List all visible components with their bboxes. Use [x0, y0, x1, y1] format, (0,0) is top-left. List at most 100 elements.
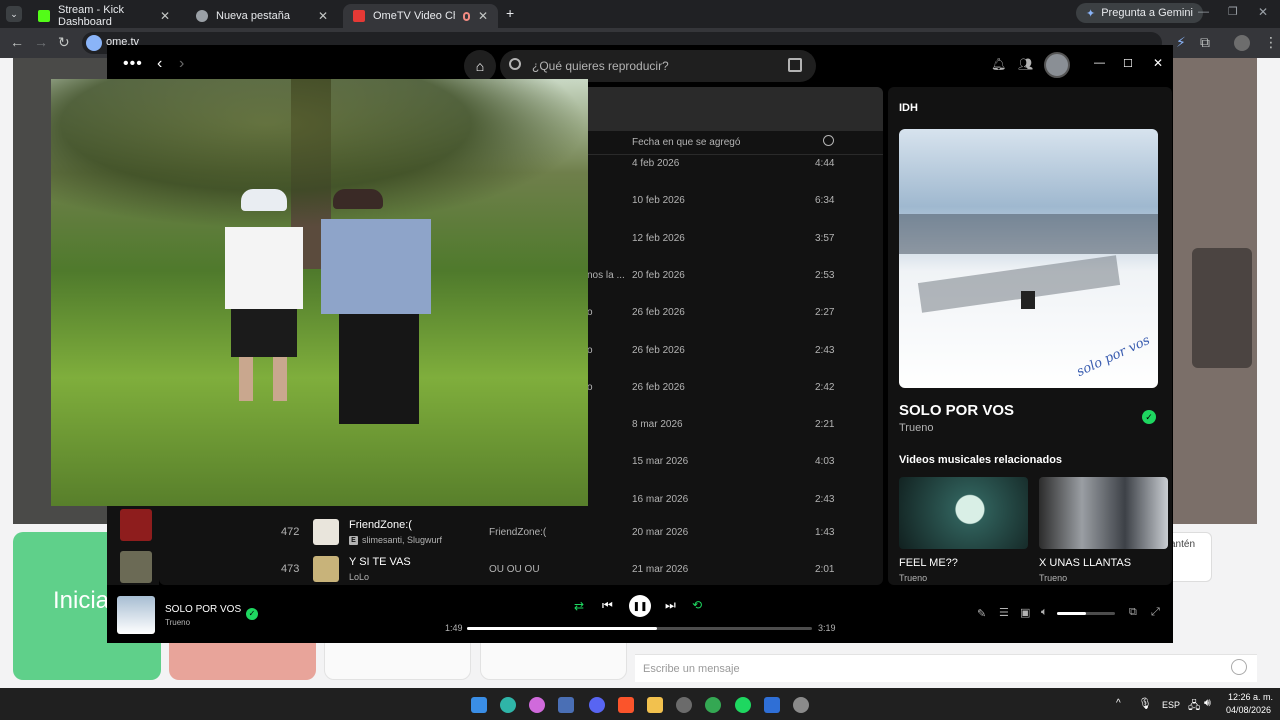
previous-icon[interactable]: ⏮︎ — [602, 598, 613, 613]
now-playing-title[interactable]: SOLO POR VOS — [899, 402, 1014, 419]
reload-icon[interactable]: ↻ — [58, 34, 70, 51]
tab-list-button[interactable]: ⌄ — [6, 6, 22, 22]
file-explorer-icon[interactable] — [647, 697, 663, 713]
track-date: 21 mar 2026 — [632, 564, 689, 575]
notifications-bell-icon[interactable]: 🔔︎ — [991, 57, 1006, 71]
back-arrow-icon[interactable]: ← — [10, 34, 24, 50]
profile-avatar[interactable] — [1234, 35, 1250, 51]
recording-icon — [462, 11, 470, 21]
player-track-artist[interactable]: Trueno — [165, 618, 190, 627]
connect-device-icon[interactable]: ▣ — [1020, 606, 1030, 619]
extensions-puzzle-icon[interactable]: ⧉ — [1200, 34, 1210, 51]
emoji-icon[interactable] — [1231, 659, 1247, 675]
track-title[interactable]: Y SI TE VAS — [349, 556, 411, 568]
library-item-thumb[interactable] — [120, 509, 152, 541]
brave-icon[interactable] — [618, 697, 634, 713]
discord-icon[interactable] — [589, 697, 605, 713]
clock-time[interactable]: 12:26 a. m. — [1228, 692, 1273, 702]
browse-icon[interactable] — [788, 58, 802, 72]
language-indicator[interactable]: ESP — [1162, 700, 1180, 710]
player-track-title[interactable]: SOLO POR VOS — [165, 604, 241, 615]
video-thumbnail — [1039, 477, 1168, 549]
forward-chevron-icon[interactable]: › — [179, 55, 184, 73]
artist-names[interactable]: slimesanti, Slugwurf — [362, 535, 442, 545]
close-window-icon[interactable]: ✕ — [1258, 5, 1268, 19]
menu-kebab-icon[interactable]: ⋮ — [1264, 34, 1278, 51]
progress-fill — [467, 627, 657, 630]
more-options-icon[interactable]: ••• — [123, 55, 143, 73]
now-playing-view-icon[interactable]: ✎ — [977, 607, 986, 620]
volume-tray-icon[interactable]: 🔊︎ — [1204, 697, 1211, 710]
minimize-icon[interactable]: — — [1094, 57, 1105, 69]
track-date: 8 mar 2026 — [632, 419, 683, 431]
progress-bar[interactable] — [467, 627, 812, 630]
tray-chevron-icon[interactable]: ^ — [1116, 698, 1121, 709]
app-icon[interactable] — [676, 697, 692, 713]
tab-kick[interactable]: Stream - Kick Dashboard ✕ — [28, 4, 180, 28]
track-duration: 1:43 — [815, 527, 835, 538]
gemini-button[interactable]: ✦ Pregunta a Gemini — [1076, 3, 1203, 23]
now-playing-artist[interactable]: Trueno — [899, 422, 933, 434]
message-input[interactable]: Escribe un mensaje — [635, 654, 1257, 682]
site-info-icon[interactable] — [86, 35, 102, 51]
volume-icon[interactable]: 🔈︎ — [1041, 606, 1048, 619]
track-thumbnail — [313, 519, 339, 545]
close-tab-icon[interactable]: ✕ — [478, 9, 488, 23]
settings-gear-icon[interactable] — [793, 697, 809, 713]
minimize-icon[interactable]: — — [1198, 6, 1209, 18]
track-date: 15 mar 2026 — [632, 456, 689, 468]
saved-check-icon[interactable]: ✓ — [1142, 410, 1156, 424]
player-cover[interactable] — [117, 596, 155, 634]
close-icon[interactable]: ✕ — [1153, 56, 1163, 70]
search-input[interactable]: ¿Qué quieres reproducir? — [500, 50, 816, 82]
clock-date[interactable]: 04/08/2026 — [1226, 705, 1271, 715]
track-row[interactable]: 473 Y SI TE VAS LoLo OU OU OU 21 mar 202… — [159, 551, 883, 585]
play-pause-button[interactable]: ❚❚ — [629, 595, 651, 617]
tab-new[interactable]: Nueva pestaña ✕ — [186, 4, 338, 28]
app-icon[interactable] — [558, 697, 574, 713]
close-tab-icon[interactable]: ✕ — [318, 9, 328, 23]
repeat-icon[interactable]: ⟲ — [692, 598, 702, 612]
edge-icon[interactable] — [500, 697, 516, 713]
copilot-icon[interactable] — [529, 697, 545, 713]
queue-icon[interactable]: ☰ — [999, 606, 1009, 619]
spotify-icon[interactable] — [735, 697, 751, 713]
related-video-card[interactable]: FEEL ME?? Trueno — [899, 477, 1028, 583]
home-button[interactable]: ⌂ — [464, 50, 496, 82]
gemini-label: Pregunta a Gemini — [1101, 7, 1193, 19]
friend-activity-icon[interactable]: 👥︎ — [1018, 57, 1033, 71]
artist-names[interactable]: LoLo — [349, 572, 369, 582]
next-icon[interactable]: ⏭︎ — [665, 598, 676, 613]
volume-slider[interactable] — [1057, 612, 1115, 615]
miniplayer-icon[interactable]: ⧉ — [1129, 606, 1137, 619]
remote-desktop-icon[interactable] — [764, 697, 780, 713]
back-chevron-icon[interactable]: ‹ — [157, 55, 162, 73]
extension-icon[interactable]: ⚡ — [1176, 34, 1186, 51]
restore-icon[interactable]: ❐ — [1228, 5, 1238, 18]
library-item-thumb[interactable] — [120, 551, 152, 583]
start-menu-icon[interactable] — [471, 697, 487, 713]
track-album[interactable]: OU OU OU — [489, 564, 540, 575]
track-title[interactable]: FriendZone:( — [349, 519, 412, 531]
track-album[interactable]: FriendZone:( — [489, 527, 546, 538]
tab-title: OmeTV Video Chat — Ome — [373, 10, 455, 22]
microphone-icon[interactable]: 🎙︎ — [1138, 697, 1152, 710]
tab-ometv[interactable]: OmeTV Video Chat — Ome ✕ — [343, 4, 498, 28]
track-duration: 2:21 — [815, 419, 835, 431]
shuffle-icon[interactable]: ⇄ — [574, 599, 584, 613]
new-tab-button[interactable]: + — [506, 5, 514, 21]
related-videos-heading: Videos musicales relacionados — [899, 454, 1063, 466]
related-video-card[interactable]: X UNAS LLANTAS Trueno — [1039, 477, 1168, 583]
user-avatar[interactable] — [1044, 52, 1070, 78]
track-row[interactable]: 472 FriendZone:( E slimesanti, Slugwurf … — [159, 514, 883, 551]
fullscreen-icon[interactable]: ⤢ — [1151, 606, 1160, 619]
maximize-icon[interactable]: ☐ — [1123, 57, 1133, 70]
forward-arrow-icon[interactable]: → — [34, 34, 48, 50]
saved-check-icon[interactable]: ✓ — [246, 608, 258, 620]
chrome-icon[interactable] — [705, 697, 721, 713]
explicit-badge: E — [349, 535, 358, 545]
close-tab-icon[interactable]: ✕ — [160, 9, 170, 23]
track-artists: LoLo — [349, 572, 369, 582]
network-icon[interactable]: 🖧 — [1188, 697, 1200, 716]
webcam-feed — [51, 79, 588, 506]
